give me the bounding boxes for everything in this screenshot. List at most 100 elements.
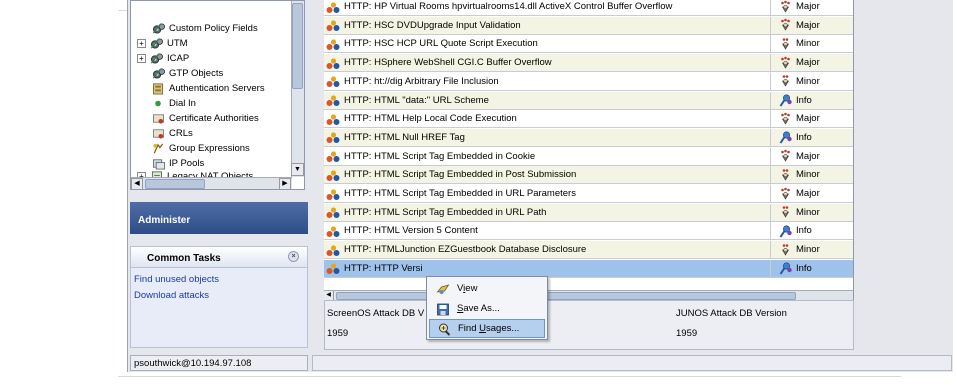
major-severity-icon (780, 149, 791, 162)
severity-cell: Major (772, 0, 853, 15)
attack-object-icon (326, 170, 340, 181)
menu-item-save-as[interactable]: Save As... (429, 299, 545, 318)
group-expression-icon (152, 142, 164, 154)
table-row[interactable]: HTTP: HTMLJunction EZGuestbook Database … (324, 241, 853, 260)
attack-object-icon (326, 39, 340, 50)
scroll-left-arrow-icon[interactable]: ◀ (131, 178, 143, 189)
attack-object-icon (326, 20, 340, 32)
menu-item-find-usages[interactable]: Find Usages... (429, 319, 545, 338)
find-unused-objects-link[interactable]: Find unused objects (134, 274, 219, 285)
major-severity-icon (780, 55, 791, 68)
table-row[interactable]: HTTP: HSC HCP URL Quote Script Execution… (324, 35, 853, 54)
tree-item-label: Authentication Servers (169, 82, 265, 94)
tree-item-dial-in[interactable]: Dial In (151, 96, 196, 110)
tree-vertical-scrollbar[interactable]: ▼ (291, 1, 304, 177)
attack-object-icon (326, 244, 340, 256)
attack-name-cell: HTTP: ht://dig Arbitrary File Inclusion (324, 72, 771, 90)
tree-horizontal-scrollbar[interactable]: ◀ ▶ (131, 177, 292, 189)
attack-name: HTTP: HTML Null HREF Tag (344, 131, 465, 143)
object-tree[interactable]: Custom Policy Fields + UTM + ICAP GTP Ob… (130, 0, 305, 190)
attack-object-icon (326, 188, 340, 200)
severity-label: Major (796, 1, 820, 12)
screenos-db-version-label: ScreenOS Attack DB V (327, 308, 425, 319)
tree-item-label: GTP Objects (169, 67, 224, 79)
tree-item-icap[interactable]: + ICAP (137, 51, 189, 65)
tree-horizontal-scroll-thumb[interactable] (145, 179, 205, 189)
severity-cell: Major (772, 54, 853, 71)
major-severity-icon (780, 0, 791, 12)
attack-name-cell: HTTP: HTML Script Tag Embedded in Post S… (324, 166, 771, 184)
tree-item-label: ICAP (167, 52, 190, 64)
table-row[interactable]: HTTP: ht://dig Arbitrary File Inclusion M… (324, 72, 853, 91)
expand-icon[interactable]: + (137, 53, 146, 63)
info-severity-icon (779, 224, 793, 238)
table-horizontal-scroll-thumb[interactable] (336, 292, 796, 300)
download-attacks-link[interactable]: Download attacks (134, 290, 209, 301)
attack-object-icon (326, 132, 340, 144)
table-row[interactable]: HTTP: HP Virtual Rooms hpvirtualrooms14.… (324, 0, 853, 16)
tree-item-custom-policy-fields[interactable]: Custom Policy Fields (151, 21, 258, 35)
tree-item-label: CRLs (169, 127, 193, 139)
tree-item-label: Custom Policy Fields (169, 22, 258, 34)
severity-label: Major (796, 19, 820, 31)
table-row[interactable]: HTTP: HTML "data:" URL Scheme Info (324, 91, 853, 110)
attack-name: HTTP: HTML Script Tag Embedded in Cookie (344, 150, 536, 162)
context-menu[interactable]: View Save As... Find Usages... (426, 276, 548, 340)
tree-item-group-expressions[interactable]: Group Expressions (151, 141, 250, 155)
common-tasks-title: Common Tasks (147, 253, 221, 264)
attack-objects-table[interactable]: HTTP: HP Virtual Rooms hpvirtualrooms14.… (324, 0, 854, 300)
table-row[interactable]: HTTP: HTML Script Tag Embedded in URL Pa… (324, 203, 853, 222)
severity-label: Major (796, 57, 820, 69)
attack-name: HTTP: HTML Script Tag Embedded in URL Pa… (344, 206, 547, 218)
table-row[interactable]: HTTP: HTML Script Tag Embedded in URL Pa… (324, 185, 853, 203)
table-row[interactable]: HTTP: HTTP Versi Info (324, 259, 853, 278)
scroll-down-arrow-icon[interactable]: ▼ (291, 163, 304, 176)
common-tasks-body: Find unused objects Download attacks (130, 268, 308, 348)
certificate-icon (152, 128, 165, 139)
save-icon (437, 303, 449, 315)
tree-item-ip-pools[interactable]: IP Pools (151, 156, 204, 170)
tree-item-label: Certificate Authorities (169, 112, 259, 124)
tree-vertical-scroll-thumb[interactable] (292, 3, 303, 89)
tree-item-utm[interactable]: + UTM (137, 36, 188, 50)
major-severity-icon (780, 18, 791, 31)
table-horizontal-scrollbar[interactable]: ◀ (324, 290, 853, 300)
screenos-db-version-value: 1959 (327, 328, 349, 339)
junos-db-version-label: JUNOS Attack DB Version (676, 308, 787, 319)
tree-item-crls[interactable]: CRLs (151, 126, 193, 140)
severity-cell: Major (772, 185, 853, 202)
attack-name-cell: HTTP: HTML Version 5 Content (324, 222, 771, 240)
attack-name: HTTP: HSphere WebShell CGI.C Buffer Over… (344, 57, 552, 69)
scroll-right-arrow-icon[interactable]: ▶ (279, 178, 291, 189)
severity-cell: Minor (772, 204, 853, 221)
scroll-left-arrow-icon[interactable]: ◀ (324, 291, 334, 300)
tree-item-authentication-servers[interactable]: Authentication Servers (151, 81, 265, 95)
attack-name-cell: HTTP: HTML Script Tag Embedded in URL Pa… (324, 185, 771, 202)
table-row[interactable]: HTTP: HTML Help Local Code Execution Majo… (324, 110, 853, 129)
status-bar-user: psouthwick@10.194.97.108 (130, 355, 308, 371)
table-row[interactable]: HTTP: HTML Version 5 Content Info (324, 222, 853, 241)
table-row[interactable]: HTTP: HTML Null HREF Tag Info (324, 128, 853, 147)
menu-item-label: Save As... (457, 303, 500, 314)
tree-item-label: Dial In (169, 97, 196, 109)
severity-cell: Minor (772, 166, 853, 183)
tree-item-label: Group Expressions (169, 142, 250, 154)
severity-label: Major (796, 188, 820, 199)
severity-cell: Info (772, 92, 853, 109)
table-row[interactable]: HTTP: HTML Script Tag Embedded in Cookie… (324, 147, 853, 166)
attack-object-icon (326, 226, 340, 237)
tree-item-certificate-authorities[interactable]: Certificate Authorities (151, 111, 259, 125)
administer-panel-header[interactable]: Administer (130, 202, 308, 234)
table-row[interactable]: HTTP: HSphere WebShell CGI.C Buffer Over… (324, 54, 853, 73)
close-icon[interactable]: × (288, 251, 299, 262)
table-row[interactable]: HTTP: HSC DVDUpgrade Input Validation Maj… (324, 16, 853, 35)
severity-cell: Major (772, 110, 853, 127)
expand-icon[interactable]: + (137, 38, 146, 48)
menu-item-view[interactable]: View (429, 279, 545, 298)
tree-item-gtp-objects[interactable]: GTP Objects (151, 66, 223, 80)
severity-cell: Minor (772, 73, 853, 90)
bottom-border-rule (118, 376, 901, 377)
table-row[interactable]: HTTP: HTML Script Tag Embedded in Post S… (324, 166, 853, 185)
minor-severity-icon (782, 75, 789, 87)
common-tasks-header: Common Tasks × (130, 246, 308, 268)
